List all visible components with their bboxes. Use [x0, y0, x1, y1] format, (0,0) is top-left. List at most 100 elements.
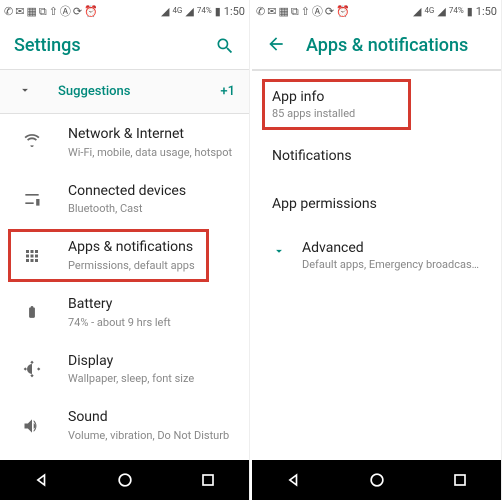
- apps-grid-icon: [18, 247, 46, 265]
- sound-icon: [18, 416, 46, 436]
- clock: 1:50: [224, 6, 245, 17]
- item-apps-notifications[interactable]: Apps & notifications Permissions, defaul…: [0, 227, 249, 284]
- apps-notifications-screen: ✆ ✉ ▦ ⧉ ⇧ Ⓐ ⟳ ⏰ ◢ 4G ◢ 74% ▮ 1:50 Apps &…: [252, 0, 502, 500]
- item-label: Notifications: [272, 148, 487, 164]
- status-notification-icons: ✆ ✉ ▦ ⧉ ⇧ Ⓐ ⟳ ⏰: [4, 6, 98, 17]
- cell-signal-icon: ◢: [437, 6, 445, 17]
- app-bar: Apps & notifications: [252, 22, 501, 70]
- back-button[interactable]: [266, 34, 286, 58]
- item-label: Network & Internet: [68, 126, 232, 144]
- battery-pct: 74%: [197, 7, 212, 15]
- item-notifications[interactable]: Notifications: [252, 132, 501, 180]
- suggestions-count: +1: [220, 84, 235, 99]
- alarm-icon: ⏰: [84, 6, 98, 17]
- suggestions-label: Suggestions: [58, 84, 130, 99]
- item-label: App permissions: [272, 196, 487, 212]
- auth-icon: Ⓐ: [312, 6, 323, 17]
- apps-list: App info 85 apps installed Notifications…: [252, 71, 501, 460]
- network-type: 4G: [424, 7, 434, 15]
- battery-icon: ▮: [467, 6, 473, 17]
- item-sub: Default apps, Emergency broadcasts, Spec…: [302, 258, 482, 271]
- item-sub: 85 apps installed: [272, 107, 487, 120]
- battery-icon: ▮: [215, 6, 221, 17]
- battery-pct: 74%: [449, 7, 464, 15]
- nav-back-icon: [32, 470, 52, 490]
- sync-icon: ⟳: [73, 6, 82, 17]
- item-label: Apps & notifications: [68, 239, 195, 257]
- auth-icon: Ⓐ: [60, 6, 71, 17]
- dropbox-icon: ⧉: [39, 6, 47, 17]
- item-connected-devices[interactable]: Connected devices Bluetooth, Cast: [0, 171, 249, 228]
- nav-home-button[interactable]: [105, 460, 145, 500]
- nav-recent-icon: [450, 470, 470, 490]
- suggestions-row[interactable]: Suggestions +1: [0, 70, 249, 114]
- search-button[interactable]: [215, 36, 235, 56]
- sync-icon: ⟳: [325, 6, 334, 17]
- search-icon: [215, 36, 235, 56]
- status-system-icons: ◢ 4G ◢ 74% ▮ 1:50: [413, 6, 497, 17]
- upload-icon: ⇧: [49, 6, 58, 17]
- item-sub: Bluetooth, Cast: [68, 202, 186, 215]
- item-sub: Permissions, default apps: [68, 259, 195, 272]
- item-app-info[interactable]: App info 85 apps installed: [252, 77, 501, 132]
- settings-list: Network & Internet Wi-Fi, mobile, data u…: [0, 114, 249, 460]
- alarm-icon: ⏰: [336, 6, 350, 17]
- dropbox-icon: ⧉: [291, 6, 299, 17]
- item-label: Advanced: [302, 240, 482, 256]
- battery-icon: [18, 302, 46, 322]
- app-bar: Settings: [0, 22, 249, 70]
- item-sub: 74% - about 9 hrs left: [68, 316, 171, 329]
- network-type: 4G: [172, 7, 182, 15]
- page-title: Settings: [14, 35, 81, 56]
- nav-recent-button[interactable]: [188, 460, 228, 500]
- devices-icon: [18, 189, 46, 209]
- upload-icon: ⇧: [301, 6, 310, 17]
- mail-icon: ✉: [15, 6, 24, 17]
- chevron-down-icon: [272, 243, 286, 262]
- nav-home-icon: [115, 470, 135, 490]
- nav-recent-icon: [198, 470, 218, 490]
- item-sound[interactable]: Sound Volume, vibration, Do Not Disturb: [0, 397, 249, 454]
- nav-back-button[interactable]: [274, 460, 314, 500]
- wifi-signal-icon: ◢: [161, 6, 169, 17]
- nav-recent-button[interactable]: [440, 460, 480, 500]
- image-icon: ▦: [278, 6, 288, 17]
- nav-back-button[interactable]: [22, 460, 62, 500]
- nav-home-icon: [367, 470, 387, 490]
- item-label: Battery: [68, 296, 171, 314]
- item-storage[interactable]: Storage 63% used - 11.75 GB free: [0, 454, 249, 460]
- nav-bar: [252, 460, 501, 500]
- item-advanced[interactable]: Advanced Default apps, Emergency broadca…: [252, 228, 501, 283]
- whatsapp-icon: ✆: [4, 6, 13, 17]
- item-app-permissions[interactable]: App permissions: [252, 180, 501, 228]
- arrow-left-icon: [266, 34, 286, 54]
- item-label: Display: [68, 353, 194, 371]
- page-title: Apps & notifications: [306, 35, 468, 56]
- nav-home-button[interactable]: [357, 460, 397, 500]
- item-display[interactable]: Display Wallpaper, sleep, font size: [0, 341, 249, 398]
- status-system-icons: ◢ 4G ◢ 74% ▮ 1:50: [161, 6, 245, 17]
- item-label: Connected devices: [68, 183, 186, 201]
- display-icon: [18, 359, 46, 379]
- status-bar: ✆ ✉ ▦ ⧉ ⇧ Ⓐ ⟳ ⏰ ◢ 4G ◢ 74% ▮ 1:50: [0, 0, 249, 22]
- status-notification-icons: ✆ ✉ ▦ ⧉ ⇧ Ⓐ ⟳ ⏰: [256, 6, 350, 17]
- mail-icon: ✉: [267, 6, 276, 17]
- cell-signal-icon: ◢: [185, 6, 193, 17]
- settings-screen: ✆ ✉ ▦ ⧉ ⇧ Ⓐ ⟳ ⏰ ◢ 4G ◢ 74% ▮ 1:50 Settin…: [0, 0, 250, 500]
- nav-back-icon: [284, 470, 304, 490]
- nav-bar: [0, 460, 249, 500]
- whatsapp-icon: ✆: [256, 6, 265, 17]
- item-battery[interactable]: Battery 74% - about 9 hrs left: [0, 284, 249, 341]
- status-bar: ✆ ✉ ▦ ⧉ ⇧ Ⓐ ⟳ ⏰ ◢ 4G ◢ 74% ▮ 1:50: [252, 0, 501, 22]
- wifi-icon: [18, 132, 46, 152]
- item-sub: Wallpaper, sleep, font size: [68, 372, 194, 385]
- clock: 1:50: [476, 6, 497, 17]
- item-label: Sound: [68, 409, 229, 427]
- wifi-signal-icon: ◢: [413, 6, 421, 17]
- item-sub: Wi-Fi, mobile, data usage, hotspot: [68, 146, 232, 159]
- image-icon: ▦: [26, 6, 36, 17]
- item-sub: Volume, vibration, Do Not Disturb: [68, 429, 229, 442]
- item-label: App info: [272, 89, 487, 105]
- item-network[interactable]: Network & Internet Wi-Fi, mobile, data u…: [0, 114, 249, 171]
- chevron-down-icon: [18, 83, 32, 101]
